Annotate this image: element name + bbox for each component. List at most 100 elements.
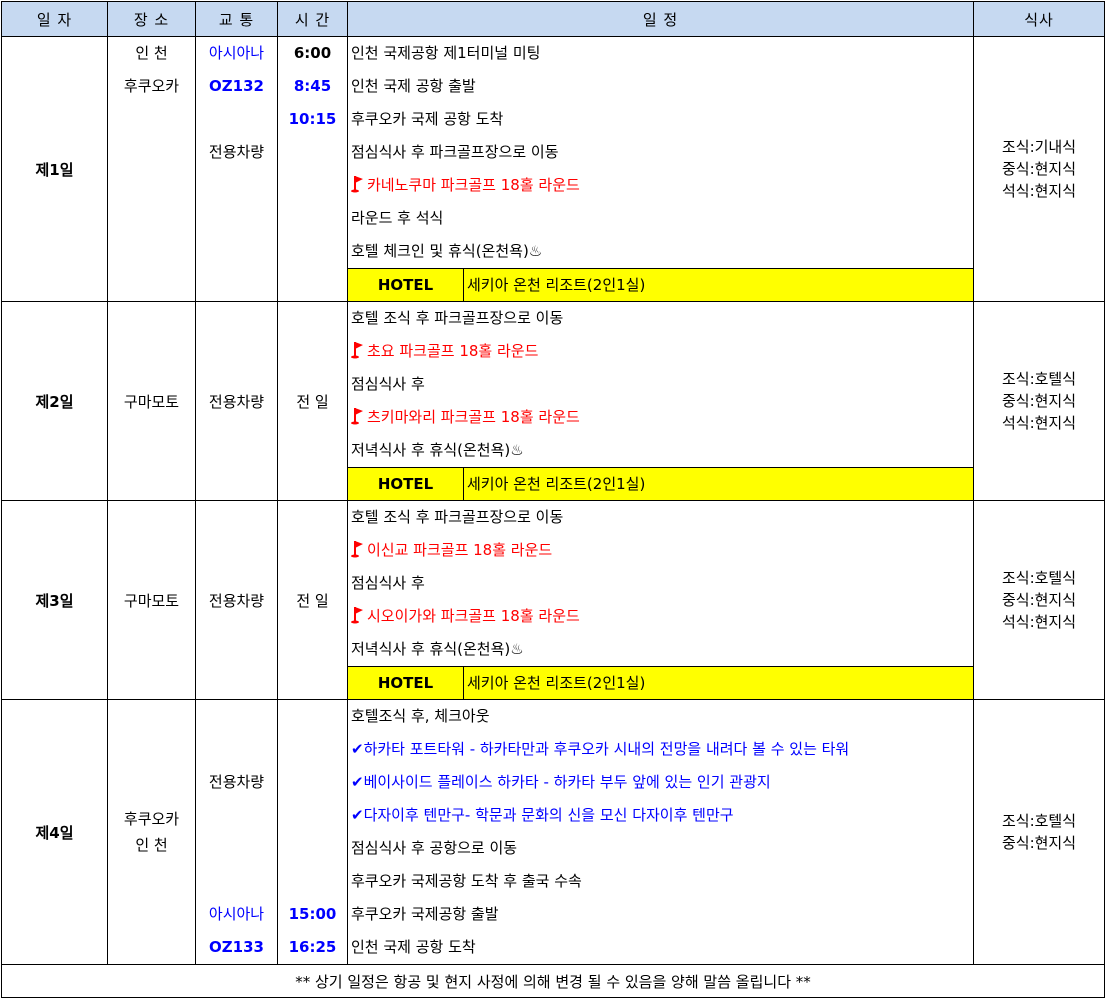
schedule-item: 후쿠오카 국제 공항 도착 (351, 110, 504, 128)
day-3-place: 구마모토 (107, 500, 196, 700)
hotel-bar: HOTEL 세키아 온천 리조트(2인1실) (348, 467, 973, 500)
schedule-item: 저녁식사 후 휴식(온천욕)♨ (351, 640, 524, 658)
schedule-item: 후쿠오카 국제공항 도착 후 출국 수속 (351, 872, 582, 890)
schedule-item: 점심식사 후 (351, 574, 425, 592)
airline-name: 아시아나 (208, 905, 265, 923)
day-4-transport: 전용차량 아시아나 OZ133 (195, 699, 278, 965)
footer-note: ** 상기 일정은 항공 및 현지 사정에 의해 변경 될 수 있음을 양해 말… (1, 964, 1105, 998)
golf-round-text: 츠키마와리 파크골프 18홀 라운드 (367, 408, 580, 426)
place-line: 인 천 (135, 836, 168, 854)
hotel-bar: HOTEL 세키아 온천 리조트(2인1실) (348, 268, 973, 301)
footer-row: ** 상기 일정은 항공 및 현지 사정에 의해 변경 될 수 있음을 양해 말… (1, 964, 1105, 998)
transport-vehicle: 전용차량 (208, 773, 265, 791)
day-4-meals: 조식:호텔식 중식:현지식 (973, 699, 1105, 965)
day-1-schedule: 인천 국제공항 제1터미널 미팅 인천 국제 공항 출발 후쿠오카 국제 공항 … (347, 36, 974, 302)
golf-round-item: 카네노쿠마 파크골프 18홀 라운드 (349, 169, 973, 202)
time-value: 10:15 (288, 110, 337, 128)
meal-item: 석식:현지식 (1001, 182, 1077, 200)
golf-round-text: 이신교 파크골프 18홀 라운드 (367, 541, 553, 559)
schedule-item: 후쿠오카 국제공항 출발 (351, 905, 499, 923)
flight-number: OZ132 (209, 77, 264, 95)
schedule-item: 점심식사 후 파크골프장으로 이동 (351, 143, 559, 161)
golf-flag-icon (351, 541, 363, 558)
header-day: 일 자 (1, 1, 108, 37)
day-2-transport: 전용차량 (195, 301, 278, 501)
time-value: 15:00 (288, 905, 337, 923)
hotel-label: HOTEL (349, 468, 464, 500)
meal-item: 조식:호텔식 (1001, 812, 1077, 830)
day-2-schedule: 호텔 조식 후 파크골프장으로 이동 초요 파크골프 18홀 라운드 점심식사 … (347, 301, 974, 501)
golf-flag-icon (351, 408, 363, 425)
transport-vehicle: 전용차량 (208, 143, 265, 161)
golf-round-item: 초요 파크골프 18홀 라운드 (349, 335, 973, 368)
schedule-item: 호텔 조식 후 파크골프장으로 이동 (351, 309, 564, 327)
hotel-label: HOTEL (349, 269, 464, 301)
day-2-place: 구마모토 (107, 301, 196, 501)
sightseeing-item: ✔베이사이드 플레이스 하카타 - 하카타 부두 앞에 있는 인기 관광지 (351, 773, 771, 791)
meal-item: 중식:현지식 (1001, 392, 1077, 410)
itinerary-table: 일 자 장 소 교 통 시 간 일 정 식사 제1일 인 천 후쿠오카 아시아나… (1, 1, 1105, 998)
day-2-row: 제2일 구마모토 전용차량 전 일 호텔 조식 후 파크골프장으로 이동 초요 … (1, 301, 1105, 501)
schedule-item: 호텔 조식 후 파크골프장으로 이동 (351, 508, 564, 526)
day-2-time: 전 일 (277, 301, 348, 501)
flight-number: OZ133 (209, 938, 264, 956)
schedule-item: 라운드 후 석식 (351, 209, 444, 227)
schedule-item: 호텔조식 후, 체크아웃 (351, 707, 490, 725)
time-value: 16:25 (288, 938, 337, 956)
day-2-label: 제2일 (1, 301, 108, 501)
day-4-row: 제4일 후쿠오카 인 천 전용차량 아시아나 OZ133 15:00 16:25 (1, 699, 1105, 965)
header-time: 시 간 (277, 1, 348, 37)
day-3-label: 제3일 (1, 500, 108, 700)
schedule-item: 저녁식사 후 휴식(온천욕)♨ (351, 441, 524, 459)
transport-blank (197, 103, 277, 136)
golf-round-text: 시오이가와 파크골프 18홀 라운드 (367, 607, 580, 625)
day-4-time: 15:00 16:25 (277, 699, 348, 965)
meal-item: 조식:호텔식 (1001, 370, 1077, 388)
golf-round-item: 시오이가와 파크골프 18홀 라운드 (349, 600, 973, 633)
sightseeing-item: ✔하카타 포트타워 - 하카타만과 후쿠오카 시내의 전망을 내려다 볼 수 있… (351, 740, 850, 758)
place-line: 인 천 (135, 44, 168, 62)
day-1-transport: 아시아나 OZ132 전용차량 (195, 36, 278, 302)
meal-item: 조식:기내식 (1001, 138, 1077, 156)
day-1-meals: 조식:기내식 중식:현지식 석식:현지식 (973, 36, 1105, 302)
day-4-schedule: 호텔조식 후, 체크아웃 ✔하카타 포트타워 - 하카타만과 후쿠오카 시내의 … (347, 699, 974, 965)
schedule-item: 호텔 체크인 및 휴식(온천욕)♨ (351, 242, 543, 260)
day-4-place: 후쿠오카 인 천 (107, 699, 196, 965)
meal-item: 중식:현지식 (1001, 591, 1077, 609)
schedule-item: 인천 국제 공항 도착 (351, 938, 476, 956)
day-3-meals: 조식:호텔식 중식:현지식 석식:현지식 (973, 500, 1105, 700)
schedule-item: 인천 국제공항 제1터미널 미팅 (351, 44, 541, 62)
day-1-time: 6:00 8:45 10:15 (277, 36, 348, 302)
place-line: 후쿠오카 (123, 810, 180, 828)
itinerary-sheet: 일 자 장 소 교 통 시 간 일 정 식사 제1일 인 천 후쿠오카 아시아나… (0, 0, 1105, 998)
header-schedule: 일 정 (347, 1, 974, 37)
day-1-label: 제1일 (1, 36, 108, 302)
airline-name: 아시아나 (208, 44, 265, 62)
place-line: 후쿠오카 (123, 77, 180, 95)
header-transport: 교 통 (195, 1, 278, 37)
meal-item: 조식:호텔식 (1001, 569, 1077, 587)
day-1-place: 인 천 후쿠오카 (107, 36, 196, 302)
golf-round-text: 초요 파크골프 18홀 라운드 (367, 342, 539, 360)
golf-flag-icon (351, 342, 363, 359)
schedule-item: 점심식사 후 (351, 375, 425, 393)
golf-round-item: 츠키마와리 파크골프 18홀 라운드 (349, 401, 973, 434)
golf-flag-icon (351, 176, 363, 193)
schedule-item: 점심식사 후 공항으로 이동 (351, 839, 518, 857)
golf-round-text: 카네노쿠마 파크골프 18홀 라운드 (367, 176, 580, 194)
day-3-transport: 전용차량 (195, 500, 278, 700)
day-3-row: 제3일 구마모토 전용차량 전 일 호텔 조식 후 파크골프장으로 이동 이신교… (1, 500, 1105, 700)
header-meal: 식사 (973, 1, 1105, 37)
meal-item: 중식:현지식 (1001, 834, 1077, 852)
day-3-time: 전 일 (277, 500, 348, 700)
hotel-bar: HOTEL 세키아 온천 리조트(2인1실) (348, 666, 973, 699)
hotel-name: 세키아 온천 리조트(2인1실) (467, 475, 646, 493)
day-1-row: 제1일 인 천 후쿠오카 아시아나 OZ132 전용차량 6:00 8:45 1… (1, 36, 1105, 302)
time-value: 6:00 (293, 44, 332, 62)
meal-item: 중식:현지식 (1001, 160, 1077, 178)
schedule-item: 인천 국제 공항 출발 (351, 77, 476, 95)
day-3-schedule: 호텔 조식 후 파크골프장으로 이동 이신교 파크골프 18홀 라운드 점심식사… (347, 500, 974, 700)
header-row: 일 자 장 소 교 통 시 간 일 정 식사 (1, 1, 1105, 37)
golf-flag-icon (351, 607, 363, 624)
golf-round-item: 이신교 파크골프 18홀 라운드 (349, 534, 973, 567)
